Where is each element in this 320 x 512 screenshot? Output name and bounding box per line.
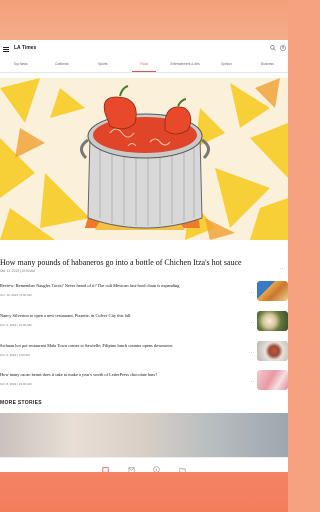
mail-icon [128,467,134,472]
more-stories-image[interactable] [0,413,288,457]
lead-story-image[interactable] [0,78,288,240]
tab-food[interactable]: Food [123,60,164,72]
section-tabs: Top News California Sports Food Entertai… [0,60,288,73]
story-thumbnail[interactable] [257,370,288,390]
tab-entertainment[interactable]: Entertainment & Arts [165,60,206,72]
menu-icon[interactable] [3,47,9,52]
story-title[interactable]: Sichuan hot pot restaurant Mala Town com… [0,343,240,348]
account-icon[interactable] [280,45,286,51]
story-thumbnail[interactable] [257,341,288,361]
story-thumbnail[interactable] [257,281,288,301]
tab-top-news[interactable]: Top News [0,60,41,72]
app-window: LA Times Top News California Sports Food… [0,40,288,472]
more-options-icon[interactable]: ··· [249,350,256,356]
lead-headline[interactable]: How many pounds of habaneros go into a b… [0,258,288,267]
home-icon [101,467,109,472]
bottom-navigation [0,457,288,472]
list-item[interactable]: How many cacao beans does it take to mak… [0,369,288,393]
nav-folder[interactable] [174,460,190,472]
lead-date: Oct. 11, 2019 | 10:00 AM [0,269,35,273]
nav-mail[interactable] [123,460,139,472]
search-icon[interactable] [270,45,276,51]
tab-business[interactable]: Business [247,60,288,72]
app-title: LA Times [14,45,37,51]
tab-opinion[interactable]: Opinion [206,60,247,72]
tab-sports[interactable]: Sports [82,60,123,72]
story-title[interactable]: Review: Remember Naugles Tacos? Never he… [0,283,240,288]
story-thumbnail[interactable] [257,311,288,331]
info-icon [152,466,160,472]
more-options-icon[interactable]: ··· [249,379,256,385]
tab-california[interactable]: California [41,60,82,72]
folder-icon [179,468,185,472]
list-item[interactable]: Review: Remember Naugles Tacos? Never he… [0,280,288,304]
story-date: Oct. 9, 2019 | 3:00 AM [0,353,30,357]
more-options-icon[interactable]: ··· [249,290,256,296]
list-item[interactable]: Nancy Silverton to open a new restaurant… [0,310,288,334]
more-options-icon[interactable]: ··· [249,320,256,326]
story-date: Oct. 8, 2019 | 10:00 AM [0,382,32,386]
list-item[interactable]: Sichuan hot pot restaurant Mala Town com… [0,340,288,364]
nav-info[interactable] [148,460,164,472]
hot-sauce-pot-illustration [0,78,288,240]
nav-home[interactable] [97,460,113,472]
more-stories-heading: MORE STORIES [0,400,42,406]
story-date: Oct. 9, 2019 | 10:00 AM [0,323,32,327]
lead-more-options-icon[interactable]: ··· [280,266,287,272]
story-date: Oct. 10, 2019 | 8:00 AM [0,293,32,297]
top-bar: LA Times [0,40,288,60]
story-title[interactable]: How many cacao beans does it take to mak… [0,372,240,377]
story-title[interactable]: Nancy Silverton to open a new restaurant… [0,313,240,318]
